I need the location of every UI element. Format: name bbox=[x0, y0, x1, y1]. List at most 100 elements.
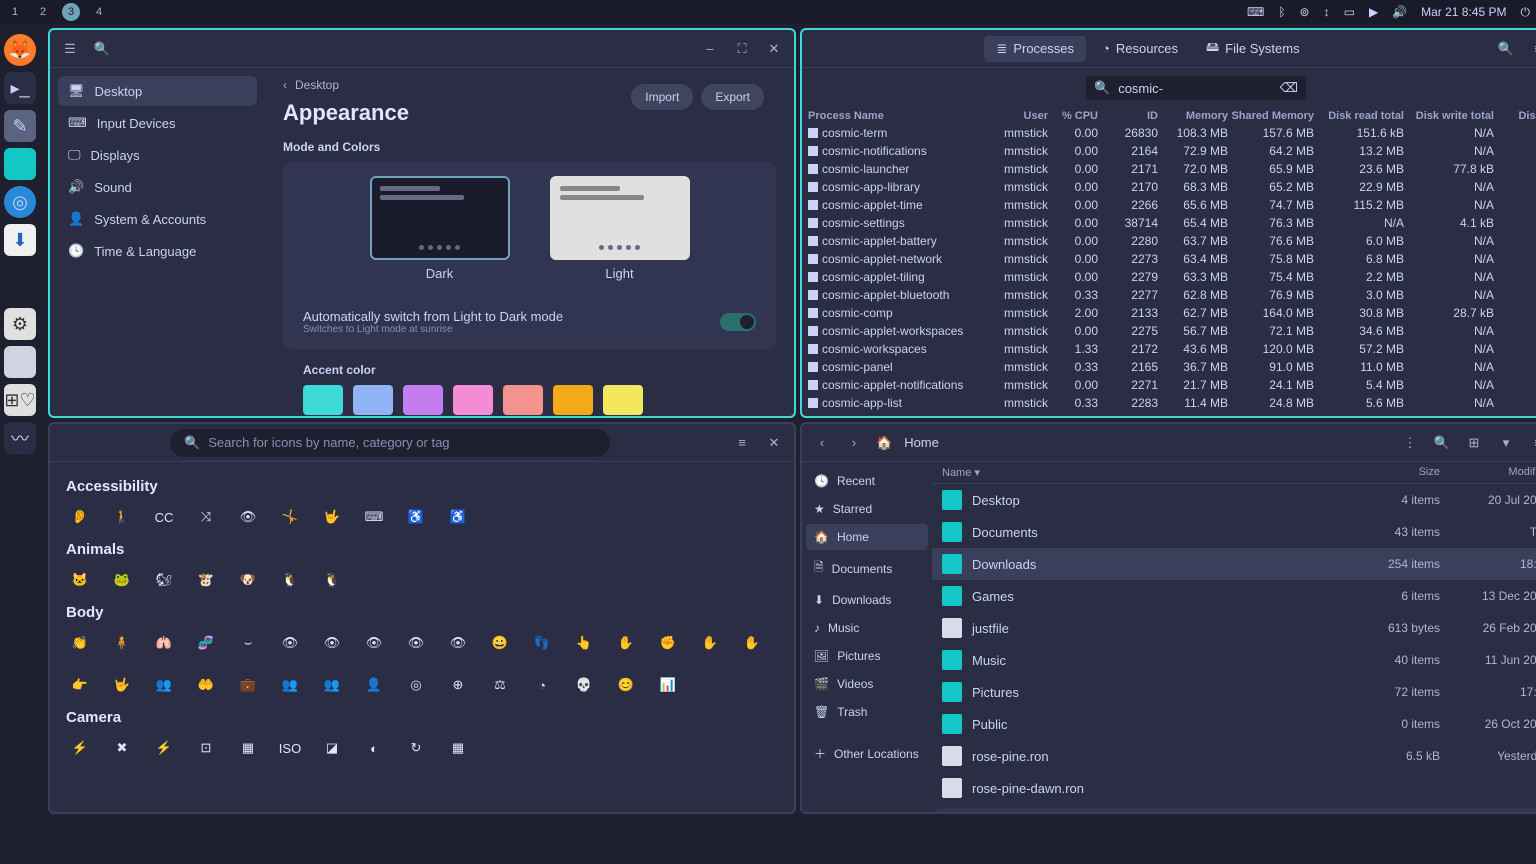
process-row[interactable]: cosmic-app-librarymmstick0.00217068.3 MB… bbox=[802, 178, 1536, 196]
icon-item[interactable]: 📊 bbox=[654, 671, 682, 699]
sidebar-item-displays[interactable]: 🖵Displays bbox=[58, 140, 257, 170]
light-mode-card[interactable]: Light bbox=[550, 176, 690, 281]
file-row[interactable]: Downloads254 items18:39☆ bbox=[932, 548, 1536, 580]
dock-icon-browser[interactable]: ⊞♡ bbox=[4, 384, 36, 416]
col-header[interactable]: Memory bbox=[1158, 110, 1228, 122]
icon-item[interactable]: ⊕ bbox=[444, 671, 472, 699]
file-row[interactable]: rose-pine.ron6.5 kBYesterday☆ bbox=[932, 740, 1536, 772]
icon-item[interactable]: 🤟 bbox=[108, 671, 136, 699]
dock-terminal[interactable]: ▸_ bbox=[4, 72, 36, 104]
col-header[interactable]: Modified bbox=[1440, 466, 1536, 479]
file-row[interactable]: Documents43 itemsTue☆ bbox=[932, 516, 1536, 548]
auto-switch-toggle[interactable] bbox=[720, 313, 756, 331]
files-sidebar-documents[interactable]: 🗎Documents bbox=[806, 552, 928, 585]
icon-item[interactable]: ♿ bbox=[402, 503, 430, 531]
accent-swatch[interactable] bbox=[353, 385, 393, 415]
icon-item[interactable]: CC bbox=[150, 503, 178, 531]
icon-item[interactable]: ⌨ bbox=[360, 503, 388, 531]
accent-swatch[interactable] bbox=[603, 385, 643, 415]
dock-downloads[interactable]: ⬇ bbox=[4, 224, 36, 256]
sidebar-item-time-language[interactable]: 🕓Time & Language bbox=[58, 236, 257, 266]
col-header[interactable]: Shared Memory bbox=[1228, 110, 1314, 122]
files-sidebar-pictures[interactable]: 🖼Pictures bbox=[806, 643, 928, 669]
icon-item[interactable]: ⤨ bbox=[192, 503, 220, 531]
icon-item[interactable]: ◪ bbox=[318, 734, 346, 762]
icon-item[interactable]: ◔ bbox=[528, 671, 556, 699]
breadcrumb[interactable]: Home bbox=[904, 435, 939, 450]
process-row[interactable]: cosmic-launchermmstick0.00217172.0 MB65.… bbox=[802, 160, 1536, 178]
icon-item[interactable]: ⚡ bbox=[150, 734, 178, 762]
icon-item[interactable]: 🚶 bbox=[108, 503, 136, 531]
icon-item[interactable]: 👁 bbox=[402, 629, 430, 657]
files-sidebar-trash[interactable]: 🗑Trash bbox=[806, 699, 928, 725]
process-row[interactable]: cosmic-workspacesmmstick1.33217243.6 MB1… bbox=[802, 340, 1536, 358]
process-row[interactable]: cosmic-panelmmstick0.33216536.7 MB91.0 M… bbox=[802, 358, 1536, 376]
sidebar-item-desktop[interactable]: 🖥Desktop bbox=[58, 76, 257, 106]
file-row[interactable]: justfile613 bytes26 Feb 2024☆ bbox=[932, 612, 1536, 644]
sidebar-item-sound[interactable]: 🔊Sound bbox=[58, 172, 257, 202]
col-header[interactable]: % CPU bbox=[1048, 110, 1098, 122]
col-header[interactable]: Size bbox=[1340, 466, 1440, 479]
files-sidebar-videos[interactable]: 🎬Videos bbox=[806, 671, 928, 697]
icon-item[interactable]: ⚖ bbox=[486, 671, 514, 699]
panel-layout-icon[interactable]: ☰ bbox=[60, 39, 80, 59]
icon-item[interactable]: ⚡ bbox=[66, 734, 94, 762]
tab-file-systems[interactable]: 🖴File Systems bbox=[1194, 33, 1312, 65]
bluetooth-icon[interactable]: ᛒ bbox=[1278, 5, 1285, 19]
icon-item[interactable]: ⊡ bbox=[192, 734, 220, 762]
process-row[interactable]: cosmic-compmmstick2.00213362.7 MB164.0 M… bbox=[802, 304, 1536, 322]
menu-icon[interactable]: ≡ bbox=[1528, 39, 1536, 59]
workspace-1[interactable]: 1 bbox=[6, 3, 24, 21]
process-row[interactable]: cosmic-settingsmmstick0.003871465.4 MB76… bbox=[802, 214, 1536, 232]
dock-system-monitor[interactable]: 〰 bbox=[4, 422, 36, 454]
workspace-4[interactable]: 4 bbox=[90, 3, 108, 21]
file-row[interactable]: rose-pine-dawn.ron☆ bbox=[932, 772, 1536, 804]
media-icon[interactable]: ▶ bbox=[1369, 5, 1378, 19]
icon-item[interactable]: ◐ bbox=[360, 734, 388, 762]
process-row[interactable]: cosmic-applet-workspacesmmstick0.0022755… bbox=[802, 322, 1536, 340]
icon-item[interactable]: 👣 bbox=[528, 629, 556, 657]
workspace-3[interactable]: 3 bbox=[62, 3, 80, 21]
process-row[interactable]: cosmic-applet-bluetoothmmstick0.33227762… bbox=[802, 286, 1536, 304]
icon-item[interactable]: 👁 bbox=[234, 503, 262, 531]
table-header[interactable]: Process NameUser% CPUIDMemoryShared Memo… bbox=[802, 108, 1536, 124]
accent-swatch[interactable] bbox=[403, 385, 443, 415]
view-grid-icon[interactable]: ⊞ bbox=[1464, 433, 1484, 453]
icon-item[interactable]: 👁 bbox=[444, 629, 472, 657]
accent-swatch[interactable] bbox=[303, 385, 343, 415]
dock-file-manager[interactable]: 🗀 bbox=[4, 346, 36, 378]
process-row[interactable]: cosmic-applet-networkmmstick0.00227363.4… bbox=[802, 250, 1536, 268]
col-header[interactable]: Disk read total bbox=[1314, 110, 1404, 122]
dock-firefox[interactable]: 🦊 bbox=[4, 34, 36, 66]
icon-item[interactable]: ▦ bbox=[444, 734, 472, 762]
files-sidebar-starred[interactable]: ★Starred bbox=[806, 496, 928, 522]
export-button[interactable]: Export bbox=[701, 84, 764, 110]
icon-item[interactable]: 👁 bbox=[276, 629, 304, 657]
icon-item[interactable]: 🧬 bbox=[192, 629, 220, 657]
import-button[interactable]: Import bbox=[631, 84, 693, 110]
workspace-2[interactable]: 2 bbox=[34, 3, 52, 21]
icon-item[interactable]: 🐿 bbox=[150, 566, 178, 594]
icon-item[interactable]: 👉 bbox=[66, 671, 94, 699]
files-sidebar-downloads[interactable]: ⬇Downloads bbox=[806, 587, 928, 613]
icon-item[interactable]: 👥 bbox=[318, 671, 346, 699]
dark-mode-card[interactable]: Dark bbox=[370, 176, 510, 281]
sidebar-item-system-accounts[interactable]: 👤System & Accounts bbox=[58, 204, 257, 234]
search-icon[interactable]: 🔍 bbox=[1496, 39, 1516, 59]
process-row[interactable]: cosmic-applet-notificationsmmstick0.0022… bbox=[802, 376, 1536, 394]
accent-swatch[interactable] bbox=[553, 385, 593, 415]
col-header[interactable]: ID bbox=[1098, 110, 1158, 122]
icon-item[interactable]: ✊ bbox=[654, 629, 682, 657]
files-sidebar-recent[interactable]: 🕓Recent bbox=[806, 468, 928, 494]
icon-item[interactable]: 👆 bbox=[570, 629, 598, 657]
dock-browser[interactable]: ◎ bbox=[4, 186, 36, 218]
process-row[interactable]: cosmic-applet-tilingmmstick0.00227963.3 … bbox=[802, 268, 1536, 286]
power-icon[interactable]: ⏻ bbox=[1521, 5, 1531, 20]
accent-swatch[interactable] bbox=[503, 385, 543, 415]
icon-item[interactable]: ◎ bbox=[402, 671, 430, 699]
view-dropdown-icon[interactable]: ▾ bbox=[1496, 433, 1516, 453]
menu-icon[interactable]: ≡ bbox=[1528, 433, 1536, 453]
files-sidebar-home[interactable]: 🏠Home bbox=[806, 524, 928, 550]
process-row[interactable]: cosmic-notificationsmmstick0.00216472.9 … bbox=[802, 142, 1536, 160]
process-row[interactable]: cosmic-app-listmmstick0.33228311.4 MB24.… bbox=[802, 394, 1536, 412]
